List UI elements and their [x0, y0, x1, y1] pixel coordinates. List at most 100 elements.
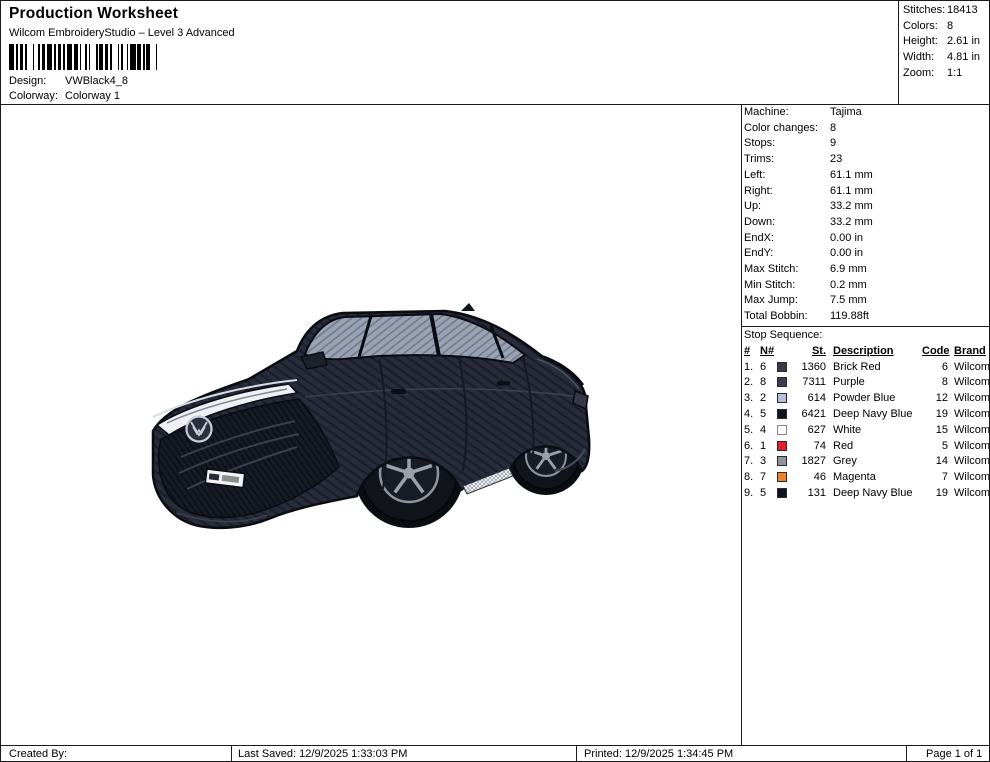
machine-value: 119.88ft	[830, 310, 869, 323]
footer-divider	[1, 745, 989, 746]
machine-row: Stops: 9	[744, 136, 988, 152]
needle-number: 5	[760, 408, 767, 421]
machine-row: Min Stitch: 0.2 mm	[744, 278, 988, 294]
machine-label: Stops:	[744, 137, 776, 150]
stitch-count: 131	[807, 487, 826, 500]
col-header-code: Code	[922, 344, 950, 357]
footer-cell-divider	[231, 745, 232, 761]
thread-description: Magenta	[833, 471, 876, 484]
summary-row: Zoom: 1:1	[903, 66, 989, 82]
machine-value: 61.1 mm	[830, 184, 873, 197]
machine-label: EndX:	[744, 231, 774, 244]
antenna-fin	[461, 303, 475, 311]
stop-number: 9.	[744, 487, 754, 500]
machine-row: Down: 33.2 mm	[744, 215, 988, 231]
machine-value: 6.9 mm	[830, 263, 867, 276]
col-header-stitches: St.	[811, 344, 826, 357]
summary-rows: Stitches: 18413 Colors: 8 Height: 2.61 in Widt…	[903, 3, 989, 82]
stop-sequence-row: 5. 4 627 White 15 Wilcom	[744, 422, 989, 438]
summary-label: Height:	[903, 35, 938, 48]
machine-value: 7.5 mm	[830, 294, 867, 307]
needle-number: 6	[760, 360, 767, 373]
stop-sequence: Stop Sequence: # N# St. Description Code…	[742, 327, 990, 501]
machine-value: 33.2 mm	[830, 200, 873, 213]
machine-row: Trims: 23	[744, 152, 988, 168]
thread-description: Deep Navy Blue	[833, 487, 913, 500]
colorway-value: Colorway 1	[65, 90, 121, 102]
summary-box: Stitches: 18413 Colors: 8 Height: 2.61 in Widt…	[898, 1, 989, 104]
machine-label: Right:	[744, 184, 773, 197]
summary-value: 8	[947, 19, 954, 32]
thread-brand: Wilcom	[954, 408, 990, 421]
stitch-count: 46	[813, 471, 826, 484]
swatch-cell	[774, 424, 790, 435]
thread-code: 7	[941, 471, 948, 484]
machine-value: 0.00 in	[830, 231, 864, 244]
machine-row: EndX: 0.00 in	[744, 231, 988, 247]
stop-number: 1.	[744, 360, 754, 373]
barcode-bar	[157, 44, 160, 70]
swatch-cell	[774, 472, 790, 483]
stop-sequence-row: 3. 2 614 Powder Blue 12 Wilcom	[744, 390, 989, 406]
footer-cell-divider	[906, 745, 907, 761]
stitch-count: 1827	[801, 455, 826, 468]
machine-row: Color changes: 8	[744, 121, 988, 137]
car-windows	[303, 312, 527, 365]
stitch-count: 1360	[801, 360, 826, 373]
summary-row: Colors: 8	[903, 19, 989, 35]
door-handle	[497, 381, 510, 386]
swatch-cell	[774, 488, 790, 499]
machine-value: 61.1 mm	[830, 168, 873, 181]
thread-code: 19	[935, 487, 948, 500]
swatch-cell	[774, 409, 790, 420]
stop-rows: 1. 6 1360 Brick Red 6 Wilcom 2. 8 7311 Purple 8 Wil…	[744, 359, 990, 501]
needle-number: 8	[760, 376, 767, 389]
thread-description: Purple	[833, 376, 865, 389]
stop-sequence-row: 2. 8 7311 Purple 8 Wilcom	[744, 375, 989, 391]
machine-label: Machine:	[744, 106, 789, 118]
swatch-cell	[774, 456, 790, 467]
machine-row: EndY: 0.00 in	[744, 246, 988, 262]
machine-label: Total Bobbin:	[744, 310, 808, 323]
footer-page-number: Page 1 of 1	[926, 748, 983, 760]
summary-label: Width:	[903, 51, 935, 64]
machine-label: Color changes:	[744, 121, 818, 134]
machine-rows: Machine: Tajima Color changes: 8 Stops: 9 Trim…	[744, 105, 988, 325]
thread-description: Deep Navy Blue	[833, 408, 913, 421]
col-header-needle: N#	[760, 344, 775, 357]
thread-swatch	[777, 472, 787, 483]
thread-description: Brick Red	[833, 360, 881, 373]
stop-sequence-row: 6. 1 74 Red 5 Wilcom	[744, 438, 989, 454]
thread-code: 12	[935, 392, 948, 405]
machine-row: Machine: Tajima	[744, 105, 988, 121]
machine-row: Right: 61.1 mm	[744, 184, 988, 200]
colorway-label: Colorway:	[9, 90, 58, 102]
footer-last-saved: Last Saved: 12/9/2025 1:33:03 PM	[238, 748, 408, 760]
machine-value: 8	[830, 121, 837, 134]
thread-description: Grey	[833, 455, 857, 468]
thread-swatch	[777, 440, 787, 451]
thread-swatch	[777, 361, 787, 372]
machine-row: Up: 33.2 mm	[744, 199, 988, 215]
summary-value: 2.61 in	[947, 35, 981, 48]
machine-value: 33.2 mm	[830, 215, 873, 228]
car-embroidery-svg	[151, 303, 591, 530]
thread-description: Red	[833, 439, 854, 452]
summary-label: Stitches:	[903, 4, 946, 16]
needle-number: 7	[760, 471, 767, 484]
stop-sequence-row: 4. 5 6421 Deep Navy Blue 19 Wilcom	[744, 406, 990, 422]
thread-swatch	[777, 424, 787, 435]
summary-value: 1:1	[947, 66, 963, 79]
machine-value: 0.00 in	[830, 247, 864, 260]
needle-number: 1	[760, 439, 767, 452]
machine-row: Left: 61.1 mm	[744, 168, 988, 184]
summary-row: Stitches: 18413	[903, 3, 989, 19]
col-header-num: #	[744, 344, 751, 357]
stop-number: 5.	[744, 423, 754, 436]
production-worksheet-page: Production Worksheet Wilcom EmbroiderySt…	[0, 0, 990, 762]
thread-code: 19	[935, 408, 948, 421]
needle-number: 4	[760, 423, 767, 436]
footer-printed: Printed: 12/9/2025 1:34:45 PM	[584, 748, 734, 760]
stop-sequence-header: # N# St. Description Code Brand	[744, 343, 988, 359]
design-row: Design: VWBlack4_8	[9, 74, 128, 89]
